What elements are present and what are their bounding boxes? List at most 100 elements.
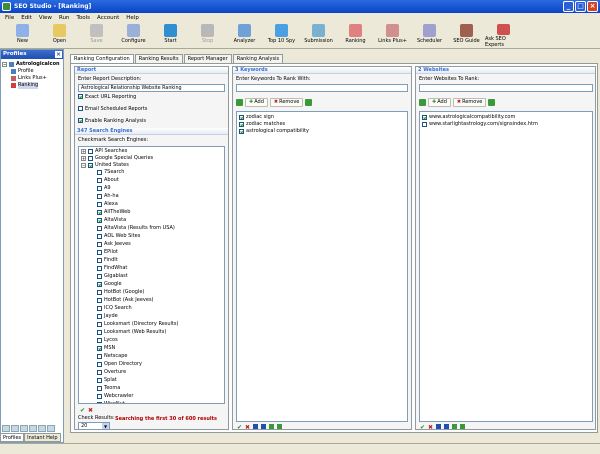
engine-item[interactable]: AltaVista: [97, 217, 126, 223]
engine-item[interactable]: Splat: [97, 377, 117, 383]
engine-item[interactable]: WiseNut: [97, 401, 125, 403]
engine-checkbox[interactable]: [97, 241, 102, 247]
engine-checkbox[interactable]: [97, 193, 102, 199]
toolbar-experts-button[interactable]: Ask SEO Experts: [485, 23, 522, 48]
engine-checkbox[interactable]: [97, 281, 102, 287]
tab-instant-help[interactable]: Instant Help: [24, 433, 61, 442]
engine-checkbox[interactable]: [97, 393, 102, 399]
remove-keyword-button[interactable]: ✖ Remove: [269, 98, 304, 107]
website-item[interactable]: www.starlightastrology.com/signsindex.ht…: [422, 121, 538, 128]
export-websites-icon[interactable]: [488, 99, 496, 106]
engine-checkbox[interactable]: [97, 353, 102, 359]
group-checkbox[interactable]: [88, 162, 93, 168]
uncheck-all-icon[interactable]: ✖: [245, 424, 250, 431]
add-profile-icon[interactable]: [2, 425, 10, 432]
keyword-checkbox[interactable]: [239, 122, 244, 127]
menu-help[interactable]: Help: [126, 13, 139, 23]
engine-item[interactable]: FindIt: [97, 257, 118, 263]
engine-checkbox[interactable]: [97, 329, 102, 335]
check-all-icon[interactable]: ✔: [237, 424, 242, 431]
keyword-checkbox[interactable]: [239, 115, 244, 120]
engine-checkbox[interactable]: [97, 265, 102, 271]
engine-item[interactable]: Ah-ha: [97, 193, 119, 199]
engine-item[interactable]: EPilot: [97, 249, 118, 255]
import-keywords-icon[interactable]: [236, 99, 243, 106]
close-panel-icon[interactable]: ×: [55, 51, 62, 58]
website-input[interactable]: [419, 84, 593, 92]
engine-checkbox[interactable]: [97, 185, 102, 191]
engine-checkbox[interactable]: [97, 169, 102, 175]
toolbar-spy-button[interactable]: Top 10 Spy: [263, 23, 300, 48]
toolbar-new-button[interactable]: New: [4, 23, 41, 48]
engine-item[interactable]: AltaVista (Results from USA): [97, 225, 175, 231]
move-profile-icon[interactable]: [29, 425, 37, 432]
toolbar-guide-button[interactable]: SEO Guide: [448, 23, 485, 48]
options-profile-icon[interactable]: [47, 425, 55, 432]
tree-item-ranking[interactable]: Ranking: [2, 82, 62, 89]
engine-checkbox[interactable]: [97, 345, 102, 351]
add-keyword-button[interactable]: ✚ Add: [245, 98, 268, 107]
import-websites-icon[interactable]: [419, 99, 426, 106]
engine-group[interactable]: + API Searches: [81, 148, 127, 154]
engine-checkbox[interactable]: [97, 297, 102, 303]
ranking-analysis-checkbox[interactable]: [78, 118, 83, 123]
toolbar-submission-button[interactable]: Submission: [300, 23, 337, 48]
engine-checkbox[interactable]: [97, 377, 102, 383]
add-website-button[interactable]: ✚ Add: [428, 98, 451, 107]
toolbar-links-button[interactable]: Links Plus+: [374, 23, 411, 48]
report-description-input[interactable]: Astrological Relationship Website Rankin…: [78, 84, 225, 92]
engine-checkbox[interactable]: [97, 225, 102, 231]
collapse-icon[interactable]: −: [81, 162, 86, 168]
close-button[interactable]: ×: [587, 1, 598, 12]
engine-checkbox[interactable]: [97, 313, 102, 319]
tree-item-links-plus[interactable]: Links Plus+: [2, 75, 62, 82]
uncheck-all-icon[interactable]: ✖: [428, 424, 433, 431]
engine-item[interactable]: Webcrawler: [97, 393, 133, 399]
toolbar-analyzer-button[interactable]: Analyzer: [226, 23, 263, 48]
engine-item[interactable]: Looksmart (Web Results): [97, 329, 166, 335]
move-down-icon[interactable]: [261, 424, 266, 429]
move-up-icon[interactable]: [436, 424, 441, 429]
menu-file[interactable]: File: [5, 13, 14, 23]
delete-profile-icon[interactable]: [11, 425, 19, 432]
remove-website-button[interactable]: ✖ Remove: [452, 98, 487, 107]
import-icon[interactable]: [269, 424, 274, 429]
tree-item-profile[interactable]: Profile: [2, 68, 62, 75]
engine-checkbox[interactable]: [97, 401, 102, 403]
move-up-icon[interactable]: [253, 424, 258, 429]
website-checkbox[interactable]: [422, 122, 427, 127]
minimize-button[interactable]: _: [563, 1, 574, 12]
engine-checkbox[interactable]: [97, 233, 102, 239]
engine-checkbox[interactable]: [97, 217, 102, 223]
toolbar-scheduler-button[interactable]: Scheduler: [411, 23, 448, 48]
keyword-checkbox[interactable]: [239, 129, 244, 134]
engine-item[interactable]: Overture: [97, 369, 126, 375]
engine-item[interactable]: AllTheWeb: [97, 209, 130, 215]
move-down-icon[interactable]: [444, 424, 449, 429]
engine-item[interactable]: HotBot (Ask Jeeves): [97, 297, 154, 303]
engine-checkbox[interactable]: [97, 201, 102, 207]
export-icon[interactable]: [277, 424, 282, 429]
menu-view[interactable]: View: [39, 13, 52, 23]
engine-item[interactable]: Ask Jeeves: [97, 241, 131, 247]
engine-checkbox[interactable]: [97, 257, 102, 263]
keyword-input[interactable]: [236, 84, 408, 92]
engine-item[interactable]: About: [97, 177, 119, 183]
engine-item[interactable]: Gigablast: [97, 273, 128, 279]
expand-icon[interactable]: +: [81, 148, 86, 154]
engine-item[interactable]: A9: [97, 185, 111, 191]
website-item[interactable]: www.astrologicalcompatibility.com: [422, 114, 515, 121]
menu-tools[interactable]: Tools: [76, 13, 90, 23]
check-results-select[interactable]: 20 ▼: [78, 422, 110, 430]
tab-ranking-analysis[interactable]: Ranking Analysis: [232, 54, 284, 63]
toolbar-ranking-button[interactable]: Ranking: [337, 23, 374, 48]
engine-item[interactable]: HotBot (Google): [97, 289, 144, 295]
engine-item[interactable]: Google: [97, 281, 122, 287]
engine-group[interactable]: − United States: [81, 162, 129, 168]
engine-checkbox[interactable]: [97, 337, 102, 343]
engine-checkbox[interactable]: [97, 209, 102, 215]
option-email-reports[interactable]: Email Scheduled Reports: [78, 106, 147, 113]
menu-account[interactable]: Account: [97, 13, 119, 23]
toolbar-open-folder-button[interactable]: Open: [41, 23, 78, 48]
engine-item[interactable]: Netscape: [97, 353, 127, 359]
